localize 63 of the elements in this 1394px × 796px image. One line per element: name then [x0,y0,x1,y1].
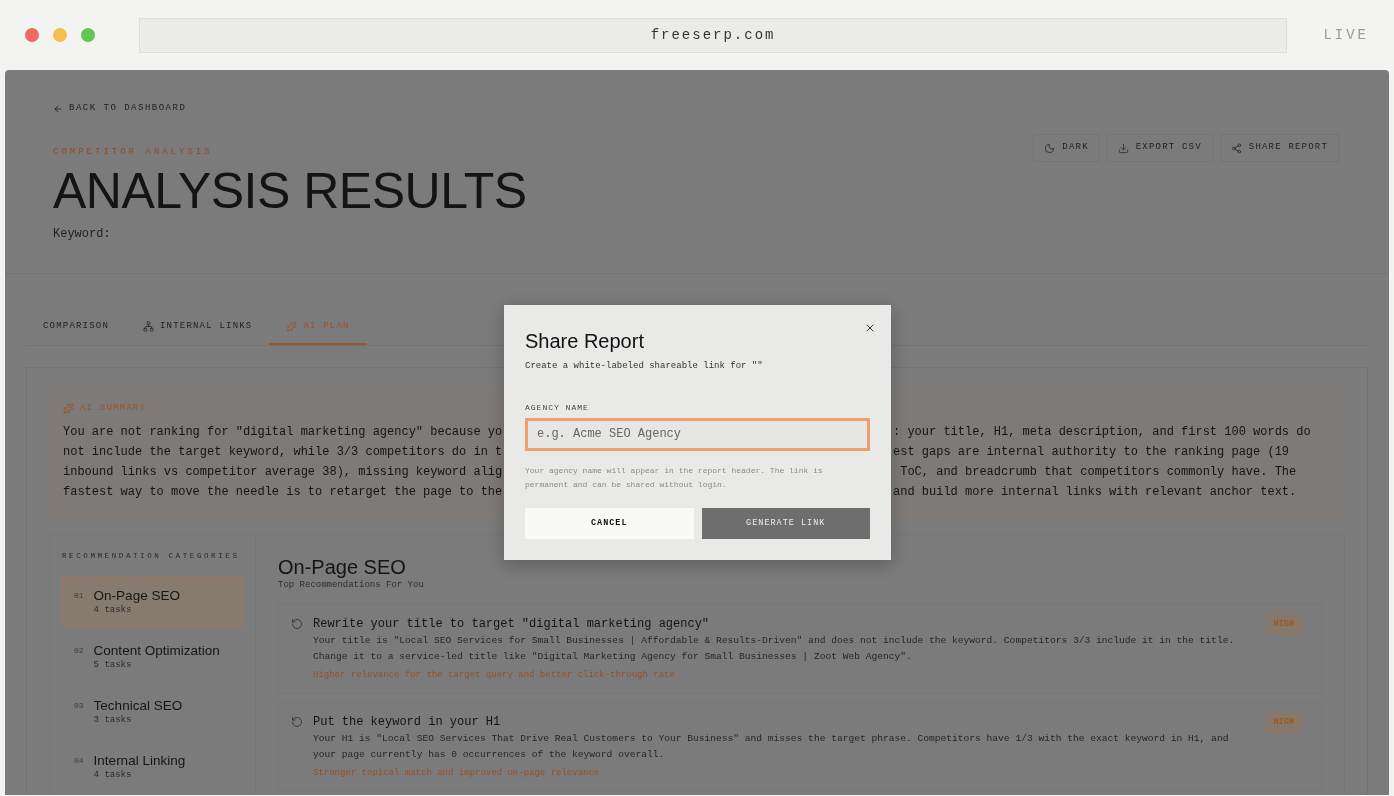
recommendation-title: Rewrite your title to target "digital marketing agency" [313,616,711,633]
sparkle-icon [286,321,298,332]
category-item[interactable]: 02 Content Optimization 5 tasks [62,630,243,683]
task-count: 4 tasks [93,603,133,617]
eyebrow: COMPETITOR ANALYSIS [53,145,214,159]
summary-text: inbound links vs competitor average 38), missing keyword alig [63,463,504,481]
help-text: Your agency name will appear in the report header. The link is permanent and can be shared without login. [525,464,824,491]
task-count: 4 tasks [93,768,133,782]
priority-tag: HIGH [1266,712,1301,732]
header-button[interactable]: EXPORT CSV [1106,134,1213,162]
recommendation-title: Put the keyword in your H1 [313,713,502,731]
cancel-button[interactable]: CANCEL [525,507,694,539]
category-number: 02 [74,644,84,657]
keyword-label: Keyword: [53,226,112,243]
summary-text: and build more internal links with relevant anchor text. [893,483,1297,501]
moon-icon [1044,142,1056,154]
header-button[interactable]: SHARE REPORT [1219,134,1339,162]
download-icon [1117,142,1129,154]
impact-text: Stronger topical match and improved on-page relevance [313,766,601,780]
page-title: ANALYSIS RESULTS [53,165,527,217]
task-count: 5 tasks [93,658,133,672]
summary-text: fastest way to move the needle is to retarget the page to the [63,483,504,501]
category-number: 03 [74,699,84,712]
url-bar[interactable]: freeserp.com [138,17,1288,53]
sparkle-icon [63,403,74,415]
undo-icon [291,618,303,630]
undo-icon [291,715,303,728]
category-name: Content Optimization [93,641,220,659]
category-name: On-Page SEO [93,586,180,604]
category-item[interactable]: 04 Internal Linking 4 tasks [62,740,243,793]
summary-heading: AI SUMMARY [80,402,146,415]
category-name: Internal Linking [93,751,186,769]
recommendation-description: Your title is "Local SEO Services for Small Businesses | Affordable & Results-Driven" and does not include the keyword. Competitors 3/3 include it in the title. Change it to a service-led title like "Digital Marketing Agency for Small Businesses | Zoot Web Agency". [313,634,1236,664]
share-icon [1230,142,1242,154]
category-name: Technical SEO [93,696,183,714]
priority-tag: HIGH [1266,615,1301,634]
dialog-description: Create a white-labeled shareable link for "" [525,360,764,373]
close-icon [864,322,876,334]
category-item[interactable]: 03 Technical SEO 3 tasks [62,685,243,738]
summary-text: : your title, H1, meta description, and first 100 words do [893,423,1311,441]
recommendation-description: Your H1 is "Local SEO Services That Drive Real Customers to Your Business" and misses the target phrase. Competitors have 1/3 with the exact keyword in H1, and your page currently has 0 occurrences of the keyword overall. [313,731,1230,762]
summary-text: est gaps are internal authority to the ranking page (19 [893,443,1290,461]
tab[interactable]: COMPARISON [26,310,126,345]
generate-link-button[interactable]: GENERATE LINK [701,507,870,539]
back-arrow-icon [53,103,63,114]
category-item[interactable]: 01 On-Page SEO 4 tasks [62,575,243,628]
summary-text: You are not ranking for "digital marketing agency" because yo [63,423,504,441]
back-link[interactable]: BACK TO DASHBOARD [53,102,527,116]
impact-text: Higher relevance for the target query and better click-through rate [313,669,676,682]
tab[interactable]: INTERNAL LINKS [126,310,270,345]
header-button[interactable]: DARK [1033,134,1100,162]
task-count: 3 tasks [93,713,133,727]
network-icon [143,321,154,332]
category-number: 01 [74,589,84,602]
dialog-title: Share Report [525,329,645,353]
field-label: AGENCY NAME [525,401,590,414]
live-status: LIVE [1323,25,1369,45]
summary-text: not include the target keyword, while 3/3 competitors do in t [63,443,504,461]
section-title: On-Page SEO [278,554,407,579]
category-number: 04 [74,754,84,767]
summary-text: ToC, and breadcrumb that competitors commonly have. The [899,463,1297,481]
section-subtitle: Top Recommendations For You [278,578,425,592]
agency-name-field[interactable]: e.g. Acme SEO Agency [525,417,870,451]
